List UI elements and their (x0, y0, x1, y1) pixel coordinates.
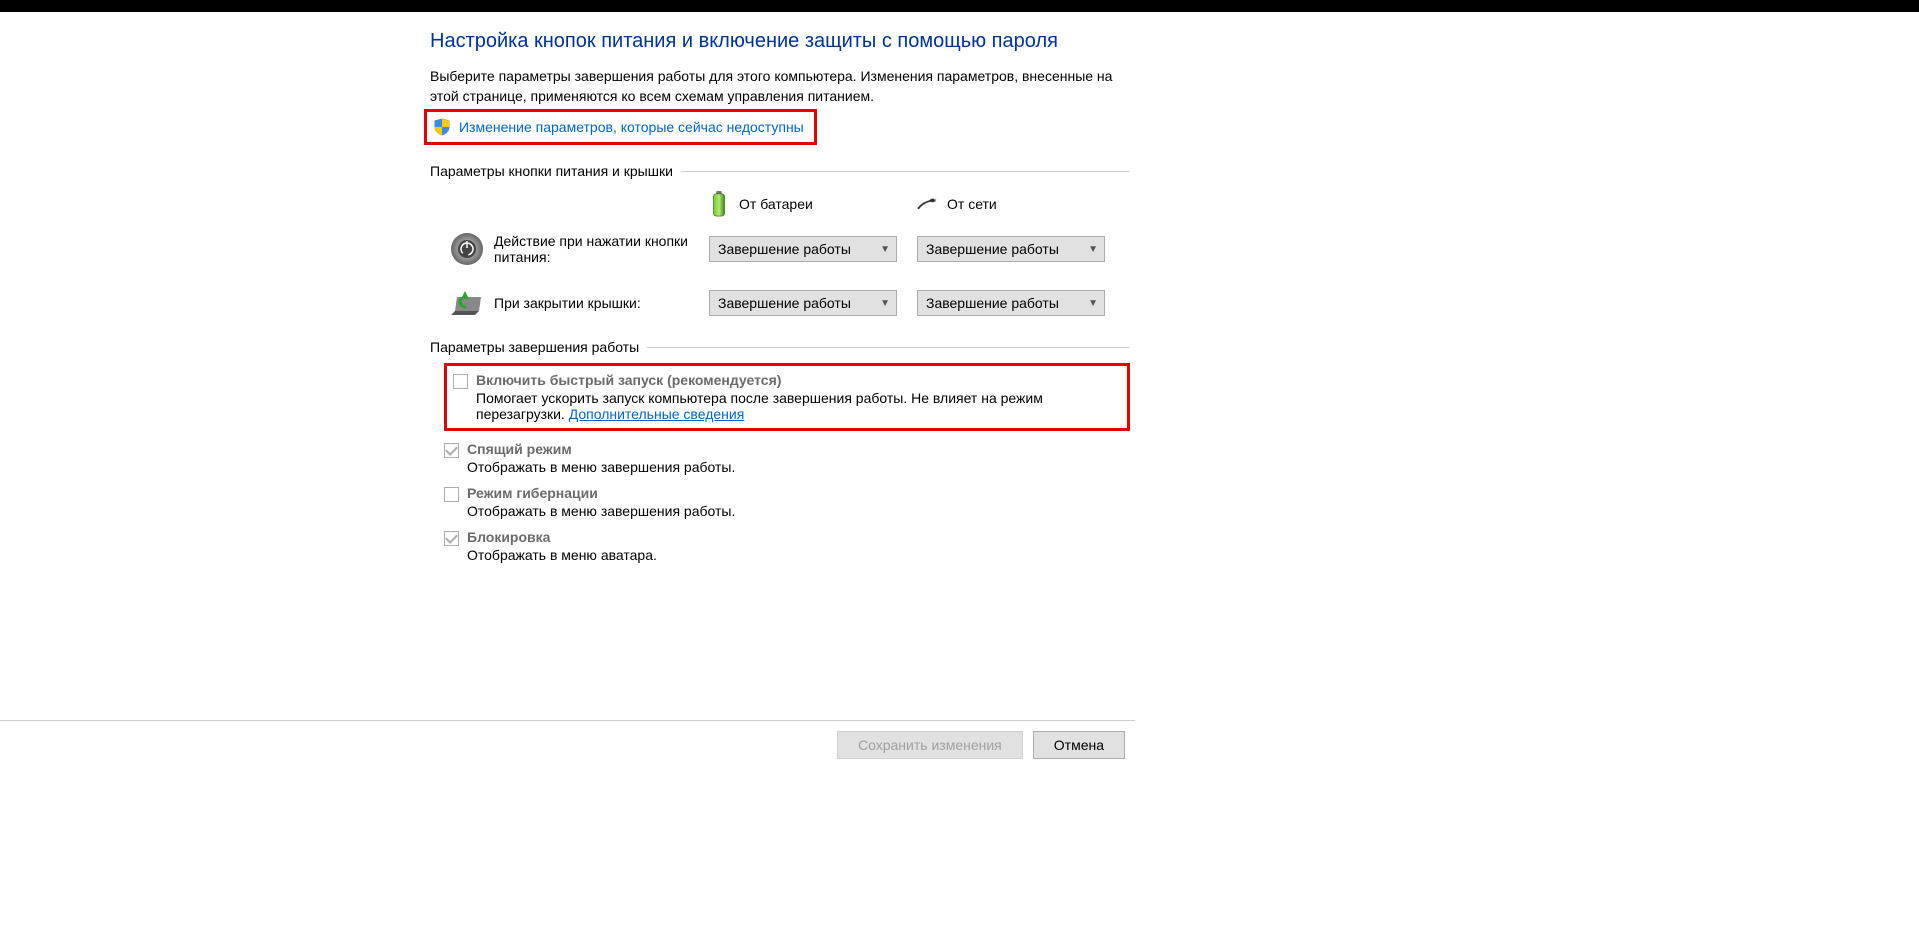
grid-header-row: От батареи От сети (440, 191, 1130, 217)
shutdown-option-desc: Отображать в меню аватара. (467, 547, 1130, 563)
laptop-lid-icon (449, 285, 485, 321)
chevron-down-icon: ▼ (880, 244, 890, 255)
power-button-icon (449, 231, 485, 267)
dropdown-power-battery[interactable]: Завершение работы ▼ (709, 236, 897, 262)
chevron-down-icon: ▼ (1088, 298, 1098, 309)
dropdown-value: Завершение работы (926, 241, 1059, 257)
plug-icon (917, 191, 937, 217)
divider (647, 347, 1130, 348)
section-title-power-lid: Параметры кнопки питания и крышки (430, 163, 673, 179)
checkbox[interactable] (444, 487, 459, 502)
section-header-shutdown: Параметры завершения работы (430, 339, 1130, 355)
dropdown-value: Завершение работы (718, 241, 851, 257)
label-power-button-action: Действие при нажатии кнопки питания: (494, 233, 709, 265)
content-pane: Настройка кнопок питания и включение защ… (430, 30, 1130, 563)
label-lid-close-action: При закрытии крышки: (494, 295, 709, 311)
power-lid-grid: От батареи От сети (440, 191, 1130, 321)
shutdown-option-title: Спящий режим (467, 441, 1130, 457)
page-title: Настройка кнопок питания и включение защ… (430, 30, 1130, 53)
chevron-down-icon: ▼ (1088, 244, 1098, 255)
shutdown-option-title: Включить быстрый запуск (рекомендуется) (476, 372, 1119, 388)
row-power-button: Действие при нажатии кнопки питания: Зав… (440, 231, 1130, 267)
uac-highlight-box: Изменение параметров, которые сейчас нед… (424, 109, 817, 145)
intro-text: Выберите параметры завершения работы для… (430, 67, 1130, 106)
window-titlebar (0, 0, 1919, 12)
save-changes-button: Сохранить изменения (837, 731, 1023, 759)
shutdown-option: Режим гибернации Отображать в меню заверш… (444, 485, 1130, 519)
chevron-down-icon: ▼ (880, 298, 890, 309)
cancel-button[interactable]: Отмена (1033, 731, 1125, 759)
dropdown-value: Завершение работы (718, 295, 851, 311)
more-info-link[interactable]: Дополнительные сведения (569, 406, 745, 422)
shutdown-option: Включить быстрый запуск (рекомендуется) П… (444, 363, 1130, 431)
shutdown-option-body: Спящий режим Отображать в меню завершения… (467, 441, 1130, 475)
checkbox[interactable] (444, 531, 459, 546)
shutdown-option-desc: Отображать в меню завершения работы. (467, 459, 1130, 475)
uac-shield-icon (433, 118, 451, 136)
dropdown-lid-plugged[interactable]: Завершение работы ▼ (917, 290, 1105, 316)
checkbox[interactable] (453, 374, 468, 389)
shutdown-option-title: Блокировка (467, 529, 1130, 545)
shutdown-option-body: Блокировка Отображать в меню аватара. (467, 529, 1130, 563)
section-header-power-lid: Параметры кнопки питания и крышки (430, 163, 1130, 179)
row-lid-close: При закрытии крышки: Завершение работы ▼… (440, 285, 1130, 321)
bottom-action-bar: Сохранить изменения Отмена (0, 720, 1135, 769)
shutdown-option: Блокировка Отображать в меню аватара. (444, 529, 1130, 563)
shutdown-option-body: Включить быстрый запуск (рекомендуется) П… (476, 372, 1119, 422)
shutdown-option-body: Режим гибернации Отображать в меню заверш… (467, 485, 1130, 519)
checkbox[interactable] (444, 443, 459, 458)
battery-icon (709, 191, 729, 217)
col-header-battery: От батареи (739, 196, 813, 212)
dropdown-value: Завершение работы (926, 295, 1059, 311)
shutdown-option: Спящий режим Отображать в меню завершения… (444, 441, 1130, 475)
shutdown-option-desc: Отображать в меню завершения работы. (467, 503, 1130, 519)
shutdown-option-desc: Помогает ускорить запуск компьютера посл… (476, 390, 1119, 422)
col-header-plugged: От сети (947, 196, 997, 212)
shutdown-option-title: Режим гибернации (467, 485, 1130, 501)
section-title-shutdown: Параметры завершения работы (430, 339, 639, 355)
shutdown-settings-list: Включить быстрый запуск (рекомендуется) П… (444, 363, 1130, 563)
divider (681, 171, 1130, 172)
change-unavailable-settings-link[interactable]: Изменение параметров, которые сейчас нед… (459, 119, 804, 135)
dropdown-power-plugged[interactable]: Завершение работы ▼ (917, 236, 1105, 262)
dropdown-lid-battery[interactable]: Завершение работы ▼ (709, 290, 897, 316)
